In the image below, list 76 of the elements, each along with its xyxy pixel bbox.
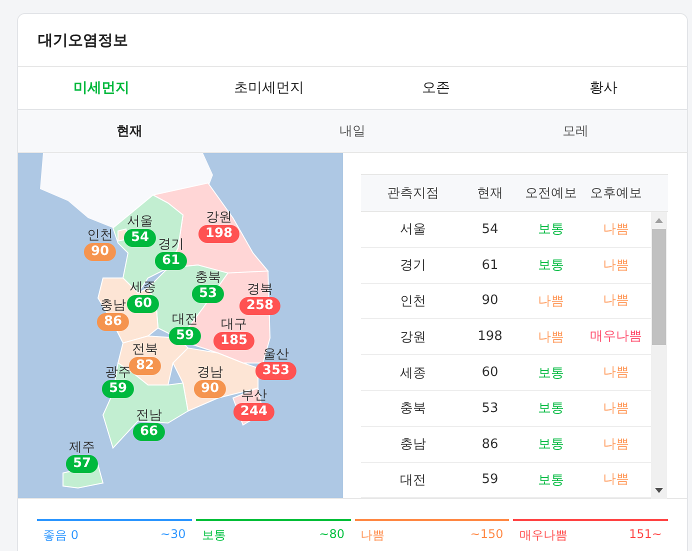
region-name: 강원: [206, 210, 232, 225]
region-name: 전남: [136, 408, 162, 423]
table-cell-text: 보통: [537, 400, 565, 418]
table-cell-text: 나쁨: [602, 222, 630, 237]
pollutant-tab[interactable]: 오존: [352, 67, 520, 109]
table-cell-text: 대전: [399, 472, 427, 489]
table-cell-text: 충남: [399, 436, 427, 454]
pollutant-tab[interactable]: 황사: [520, 67, 687, 109]
column-header: 관측지점: [386, 185, 440, 202]
day-tab[interactable]: 내일: [241, 110, 464, 152]
column-header: 오후예보: [589, 186, 643, 200]
legend-range: ~30: [160, 527, 186, 543]
day-tab[interactable]: 모레: [464, 110, 687, 152]
region-name: 충남: [100, 298, 126, 313]
value-badge: 244: [233, 403, 275, 421]
region-name: 세종: [130, 280, 156, 295]
table-cell-text: 54: [480, 222, 500, 237]
table-cell-text: 나쁨: [537, 292, 565, 310]
table-cell-text: 보통: [537, 472, 565, 489]
region-name: 대전: [172, 312, 198, 327]
table-cell-text: 보통: [537, 221, 565, 238]
scrollbar[interactable]: [651, 212, 667, 499]
table-cell-text: 86: [480, 436, 500, 452]
table-cell-text: 보통: [537, 436, 565, 454]
table-cell-text: 경기: [399, 257, 427, 274]
region-name: 대구: [221, 317, 247, 332]
table-cell-text: 보통: [537, 364, 565, 382]
value-badge: 258: [239, 297, 281, 315]
region-name: 서울: [127, 214, 153, 229]
legend-label: 보통: [202, 527, 226, 544]
table-cell-text: 강원: [399, 328, 427, 346]
region-name: 경기: [158, 237, 184, 252]
table-cell-text: 61: [480, 258, 500, 273]
table-cell-text: 나쁨: [602, 293, 630, 308]
value-badge: 185: [213, 332, 255, 350]
scroll-down-icon[interactable]: [655, 488, 663, 493]
table-cell-text: 나쁨: [602, 365, 630, 380]
legend-range: ~150: [470, 527, 504, 543]
scroll-up-icon[interactable]: [655, 218, 663, 223]
region-name: 경남: [197, 365, 223, 380]
region-name: 부산: [241, 388, 267, 403]
region-name: 울산: [263, 347, 289, 362]
table-cell-text: 60: [480, 365, 500, 380]
table-cell-text: 매우나쁨: [589, 329, 643, 344]
table-cell-text: 나쁨: [537, 328, 565, 346]
legend-label: 나쁨: [360, 527, 384, 544]
day-tab[interactable]: 현재: [18, 110, 241, 152]
region-name: 충북: [195, 270, 221, 285]
region-name: 제주: [69, 440, 95, 455]
table-cell-text: 인천: [399, 292, 427, 310]
table-cell-text: 나쁨: [602, 400, 630, 416]
column-header: 현재: [476, 185, 504, 202]
table-cell-text: 나쁨: [602, 258, 630, 273]
pollutant-tab[interactable]: 초미세먼지: [185, 67, 352, 109]
table-cell-text: 세종: [399, 364, 427, 382]
legend-range: ~80: [319, 527, 344, 543]
table-cell-text: 198: [476, 329, 504, 344]
column-header: 오전예보: [524, 185, 578, 202]
legend-range: 151~: [629, 527, 662, 543]
region-name: 인천: [87, 228, 113, 243]
card-title: 대기오염정보: [37, 30, 129, 51]
table-cell-text: 53: [480, 400, 500, 416]
legend-label: 좋음 0: [43, 527, 78, 544]
table-cell-text: 90: [480, 293, 500, 308]
region-name: 경북: [247, 282, 273, 297]
legend-label: 매우나쁨: [519, 527, 568, 544]
value-badge: 353: [255, 362, 297, 380]
table-cell-text: 59: [480, 472, 500, 488]
table-cell-text: 나쁨: [602, 472, 630, 488]
region-name: 전북: [132, 342, 158, 357]
table-cell-text: 서울: [399, 221, 427, 238]
table-cell-text: 충북: [399, 400, 427, 418]
region-name: 광주: [105, 365, 131, 380]
value-badge: 198: [198, 225, 240, 243]
table-cell-text: 나쁨: [602, 436, 630, 452]
table-cell-text: 보통: [537, 257, 565, 274]
